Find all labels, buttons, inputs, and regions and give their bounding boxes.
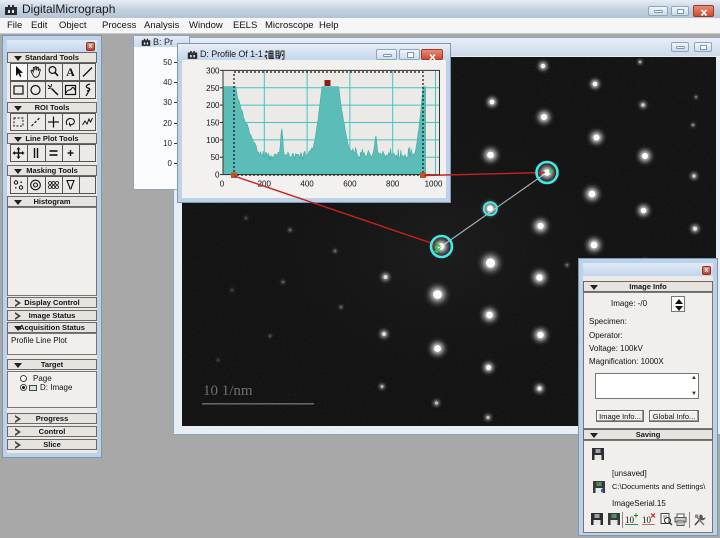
svg-text:200: 200 — [206, 101, 220, 110]
svg-text:10 1/nm: 10 1/nm — [203, 383, 253, 399]
svg-text:100: 100 — [206, 136, 220, 145]
svg-text:0: 0 — [215, 171, 220, 180]
svg-text:200: 200 — [258, 180, 272, 189]
svg-text:10: 10 — [642, 515, 652, 525]
svg-text:250: 250 — [206, 84, 220, 93]
svg-text:1000: 1000 — [425, 180, 443, 189]
svg-text:A: A — [66, 65, 75, 79]
svg-text:50: 50 — [211, 153, 220, 162]
svg-text:0: 0 — [220, 180, 225, 189]
svg-text:400: 400 — [300, 180, 314, 189]
svg-text:10: 10 — [625, 515, 635, 525]
svg-text:800: 800 — [386, 180, 400, 189]
svg-text:150: 150 — [206, 119, 220, 128]
svg-text:600: 600 — [343, 180, 357, 189]
svg-text:300: 300 — [206, 66, 220, 75]
